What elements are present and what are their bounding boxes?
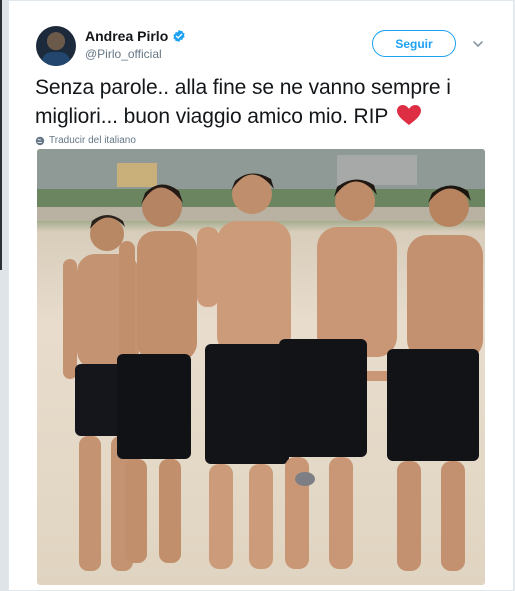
- chevron-down-icon[interactable]: [471, 37, 485, 51]
- display-name[interactable]: Andrea Pirlo: [85, 28, 168, 44]
- avatar[interactable]: [36, 26, 76, 66]
- tweet-photo[interactable]: [37, 149, 485, 585]
- photo-vehicle: [117, 163, 157, 187]
- player-4: [279, 179, 397, 569]
- player-3: [197, 173, 291, 569]
- tweet-card: Andrea Pirlo @Pirlo_official Seguir Senz…: [8, 0, 514, 591]
- verified-badge-icon: [173, 29, 185, 43]
- photo-bus: [337, 155, 417, 185]
- author-handle[interactable]: @Pirlo_official: [85, 47, 162, 61]
- player-2: [117, 184, 197, 563]
- translate-link[interactable]: Traducir del italiano: [35, 135, 136, 146]
- background-strip: [0, 0, 8, 591]
- globe-icon: [35, 136, 45, 145]
- photo-illustration: [37, 149, 485, 571]
- tweet-text: Senza parole.. alla fine se ne vanno sem…: [35, 73, 495, 131]
- red-heart-icon: [396, 105, 421, 125]
- player-5: [387, 185, 483, 571]
- tweet-text-body: Senza parole.. alla fine se ne vanno sem…: [35, 76, 451, 128]
- avatar-shirt: [42, 52, 70, 66]
- follow-button[interactable]: Seguir: [372, 30, 456, 57]
- translate-label[interactable]: Traducir del italiano: [49, 135, 136, 146]
- photo-pigeon: [295, 472, 315, 486]
- background-edge: [0, 0, 2, 270]
- author-name-row[interactable]: Andrea Pirlo: [85, 28, 186, 44]
